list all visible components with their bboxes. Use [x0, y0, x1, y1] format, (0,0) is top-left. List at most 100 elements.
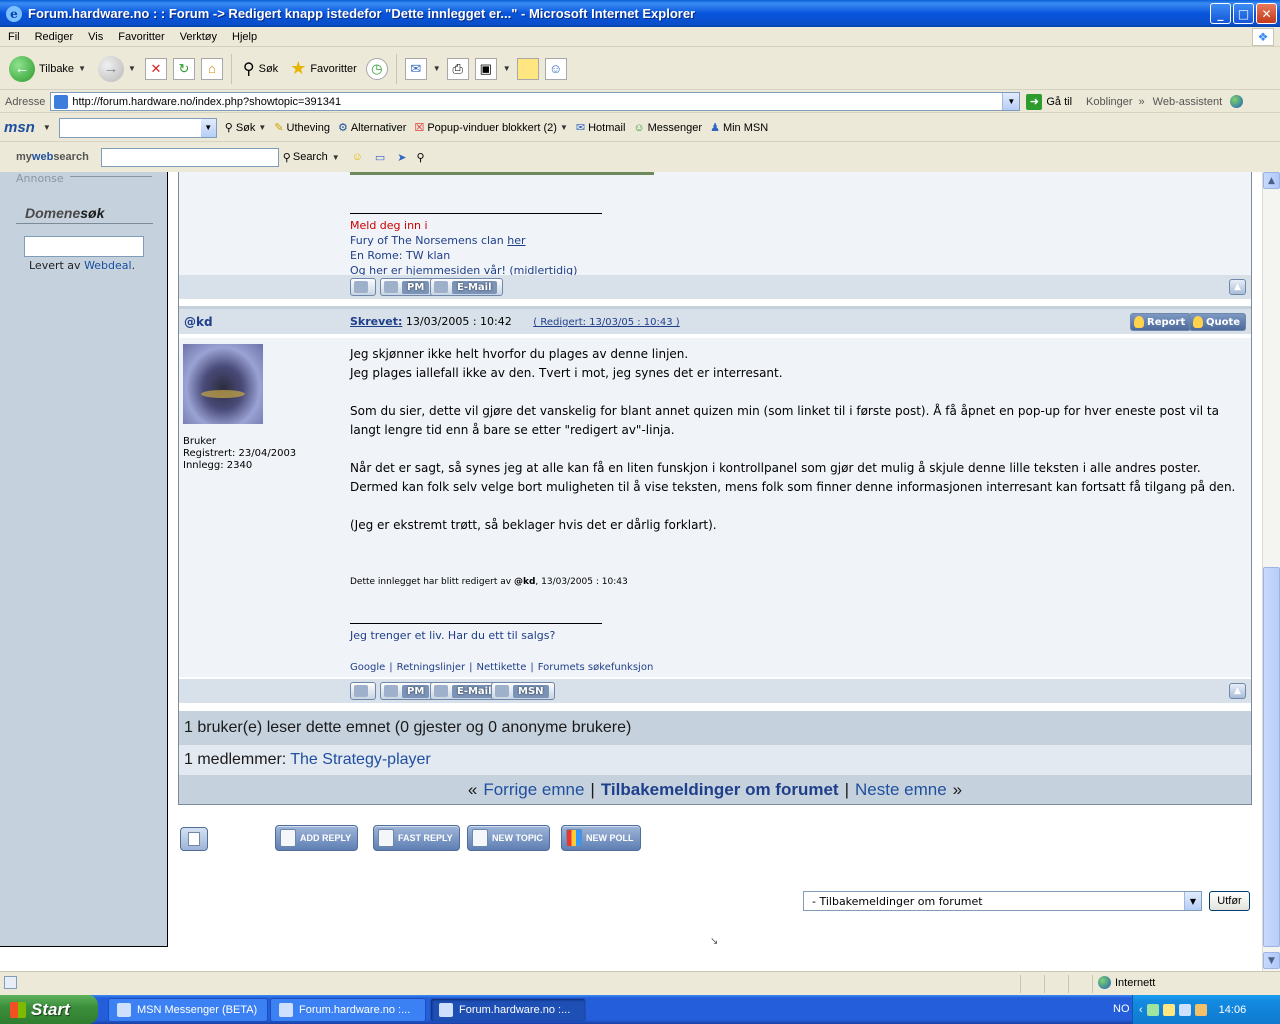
- stop-icon[interactable]: ✕: [144, 57, 167, 80]
- menu-view[interactable]: Vis: [80, 31, 110, 43]
- highlighter-icon: ✎: [274, 122, 284, 134]
- messenger-button[interactable]: ☺ Messenger: [633, 122, 702, 134]
- favorites-label: Favoritter: [310, 62, 357, 75]
- messenger-icon[interactable]: ☺: [544, 57, 567, 80]
- edit-dropdown-icon[interactable]: ▼: [503, 64, 511, 73]
- msn-search-button[interactable]: ⚲ Søk ▼: [224, 121, 267, 135]
- scroll-up-icon[interactable]: ▲: [1263, 172, 1280, 189]
- maximize-button[interactable]: □: [1233, 3, 1254, 24]
- links-label[interactable]: Koblinger: [1086, 96, 1132, 108]
- provided-by-label: Levert av: [29, 259, 81, 272]
- tray-speaker-icon[interactable]: [1194, 1003, 1207, 1016]
- vertical-scrollbar[interactable]: ▲ ▼: [1262, 172, 1280, 971]
- task-msn-messenger[interactable]: MSN Messenger (BETA): [108, 998, 268, 1022]
- popup-dropdown-icon[interactable]: ▼: [560, 123, 568, 132]
- messenger-label: Messenger: [647, 121, 703, 134]
- menu-tools[interactable]: Verktøy: [172, 31, 224, 43]
- favorites-button[interactable]: ★ Favoritter: [287, 52, 360, 86]
- menu-file[interactable]: Fil: [0, 31, 27, 43]
- back-button[interactable]: ← Tilbake ▼: [6, 52, 89, 86]
- status-divider: [1092, 975, 1093, 993]
- fast-reply-icon: [378, 829, 394, 847]
- ie-icon: [279, 1003, 293, 1017]
- scroll-down-icon[interactable]: ▼: [1263, 952, 1280, 969]
- my-msn-icon: ♟: [710, 122, 720, 134]
- webdeal-link[interactable]: Webdeal: [84, 259, 132, 272]
- msn-dropdown-icon[interactable]: ▼: [43, 123, 51, 132]
- clock[interactable]: 14:06: [1219, 1004, 1247, 1016]
- tray-network-icon[interactable]: [1146, 1003, 1159, 1016]
- my-msn-label: Min MSN: [722, 121, 769, 134]
- print-icon[interactable]: ⎙: [446, 57, 469, 80]
- msn-search-dropdown-icon[interactable]: ▼: [200, 118, 216, 137]
- msn-search-input[interactable]: ▼: [58, 117, 217, 138]
- fast-reply-button[interactable]: FAST REPLY: [373, 825, 460, 851]
- menu-favorites[interactable]: Favoritter: [110, 31, 171, 43]
- divider: [70, 176, 152, 177]
- search-button[interactable]: ⚲ Søk: [240, 52, 281, 86]
- monitor-icon[interactable]: ▭: [375, 151, 385, 164]
- list-icon: [188, 832, 200, 846]
- edit-icon[interactable]: ▣: [474, 57, 497, 80]
- back-dropdown-icon[interactable]: ▼: [78, 64, 86, 73]
- websearch-dropdown-icon[interactable]: ▼: [332, 153, 340, 162]
- globe-icon[interactable]: [1230, 95, 1244, 108]
- my-msn-button[interactable]: ♟ Min MSN: [710, 121, 769, 135]
- new-poll-label: NEW POLL: [586, 833, 634, 843]
- chevron-right-icon[interactable]: »: [1139, 96, 1145, 108]
- new-poll-button[interactable]: NEW POLL: [561, 825, 641, 851]
- windows-logo-icon: ❖: [1252, 28, 1274, 46]
- note-icon[interactable]: [516, 57, 539, 80]
- popup-blocker-button[interactable]: ☒ Popup-vinduer blokkert (2) ▼: [414, 121, 568, 135]
- options-button[interactable]: ⚙ Alternativer: [338, 121, 407, 135]
- forum-jump-go-button[interactable]: Utfør: [1209, 891, 1250, 911]
- hotmail-button[interactable]: ✉ Hotmail: [576, 121, 626, 135]
- scroll-thumb[interactable]: [1263, 567, 1280, 947]
- domain-logo-part2: søk: [80, 205, 105, 221]
- tray-expand-icon[interactable]: ‹: [1139, 1004, 1143, 1016]
- language-indicator[interactable]: NO: [1113, 1003, 1130, 1015]
- go-button[interactable]: ➜ Gå til: [1026, 93, 1072, 110]
- cursor-icon[interactable]: ➤: [397, 151, 406, 164]
- add-reply-button[interactable]: ADD REPLY: [275, 825, 359, 851]
- history-icon[interactable]: ◷: [365, 57, 388, 80]
- task-forum-window-2[interactable]: Forum.hardware.no :...: [430, 998, 586, 1022]
- ad-sidebar: Annonse Domenesøk Levert av Webdeal.: [0, 172, 168, 947]
- highlight-button[interactable]: ✎ Utheving: [274, 121, 330, 135]
- task-forum-window-1[interactable]: Forum.hardware.no :...: [270, 998, 426, 1022]
- search-label: Søk: [258, 62, 279, 75]
- web-assistant-label[interactable]: Web-assistent: [1153, 96, 1223, 108]
- menu-help[interactable]: Hjelp: [224, 31, 264, 43]
- chevron-down-icon[interactable]: ▼: [1184, 892, 1201, 910]
- menu-edit[interactable]: Rediger: [27, 31, 81, 43]
- home-icon[interactable]: ⌂: [200, 57, 223, 80]
- page-status-icon: [4, 976, 17, 989]
- joystick-icon[interactable]: ⚲: [417, 151, 425, 164]
- websearch-input[interactable]: [100, 147, 279, 167]
- mail-icon[interactable]: ✉: [404, 57, 427, 80]
- tray-app-icon[interactable]: [1162, 1003, 1175, 1016]
- forum-jump-select[interactable]: - Tilbakemeldinger om forumet ▼: [803, 891, 1202, 911]
- msn-search-label: Søk: [235, 121, 256, 134]
- forward-dropdown-icon[interactable]: ▼: [128, 64, 136, 73]
- domain-search-input[interactable]: [24, 236, 144, 257]
- address-dropdown-icon[interactable]: ▼: [1002, 93, 1020, 110]
- msn-toolbar: msn ▼ ▼ ⚲ Søk ▼ ✎ Utheving ⚙ Alternative…: [0, 114, 1280, 142]
- topic-options-button[interactable]: [180, 827, 208, 851]
- address-input[interactable]: http://forum.hardware.no/index.php?showt…: [50, 92, 1021, 111]
- taskbar: Start MSN Messenger (BETA) Forum.hardwar…: [0, 995, 1280, 1024]
- search-icon: ⚲: [224, 122, 233, 134]
- refresh-icon[interactable]: ↻: [172, 57, 195, 80]
- msn-logo[interactable]: msn: [4, 119, 35, 136]
- mail-dropdown-icon[interactable]: ▼: [433, 64, 441, 73]
- minimize-button[interactable]: _: [1210, 3, 1231, 24]
- websearch-button[interactable]: ⚲ Search: [283, 151, 328, 164]
- forward-button[interactable]: → ▼: [95, 52, 139, 86]
- msn-search-options-icon[interactable]: ▼: [258, 123, 266, 132]
- smiley-icon[interactable]: ☺: [352, 151, 363, 163]
- start-button[interactable]: Start: [0, 995, 98, 1024]
- status-divider: [1020, 975, 1021, 993]
- new-topic-button[interactable]: NEW TOPIC: [467, 825, 550, 851]
- close-button[interactable]: ✕: [1256, 3, 1277, 24]
- tray-monitor-icon[interactable]: [1178, 1003, 1191, 1016]
